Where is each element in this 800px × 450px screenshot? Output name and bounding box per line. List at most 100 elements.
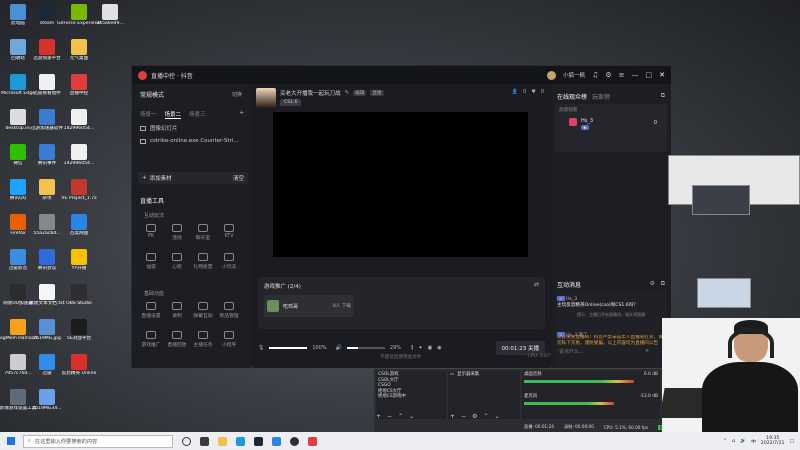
tool-button[interactable]: 商品管理 bbox=[216, 302, 242, 319]
switch-mode-button[interactable]: 切换 bbox=[232, 91, 242, 98]
obs-source-item[interactable]: ▭ 显示器采集 bbox=[450, 372, 518, 378]
tab-online[interactable]: 在线观众榜 bbox=[557, 92, 587, 101]
effects-icon[interactable]: ✦ bbox=[418, 345, 422, 351]
minimize-icon[interactable]: — bbox=[632, 71, 639, 79]
popout-icon[interactable]: ⧉ bbox=[661, 92, 665, 100]
tray-expand-icon[interactable]: ⌃ bbox=[723, 439, 727, 444]
tool-button[interactable]: 心愿 bbox=[164, 253, 190, 270]
desktop-icon[interactable]: 百度网盘 bbox=[57, 214, 101, 237]
tool-button[interactable]: 弹幕互动 bbox=[190, 302, 216, 319]
down-icon[interactable]: ⌄ bbox=[494, 413, 499, 420]
maximize-icon[interactable]: □ bbox=[646, 71, 653, 79]
chat-input[interactable]: 说点什么... bbox=[559, 348, 584, 355]
add-icon[interactable]: + bbox=[450, 413, 455, 420]
up-icon[interactable]: ⌃ bbox=[398, 413, 403, 420]
app-icon[interactable] bbox=[200, 436, 209, 446]
network-icon[interactable]: ⌂ bbox=[732, 439, 735, 444]
tool-button[interactable]: 连线 bbox=[164, 224, 190, 241]
username[interactable]: 小狐一枫 bbox=[563, 71, 585, 79]
edit-icon[interactable]: ✎ bbox=[345, 90, 350, 96]
tool-button[interactable]: KTV bbox=[216, 224, 242, 239]
tool-button[interactable]: 直播回放 bbox=[164, 331, 190, 348]
speaker-icon[interactable]: 🔊 bbox=[336, 345, 342, 351]
tool-button[interactable]: 游戏推广 bbox=[138, 331, 164, 348]
up-icon[interactable]: ⌃ bbox=[483, 413, 488, 420]
headset-icon[interactable]: ♫ bbox=[592, 71, 598, 79]
tool-button[interactable]: 礼物投票 bbox=[190, 253, 216, 270]
background-window[interactable] bbox=[692, 185, 750, 215]
swap-icon[interactable]: ⇄ bbox=[534, 281, 539, 288]
speaker-slider[interactable] bbox=[346, 347, 385, 349]
tool-button[interactable]: 聊天室 bbox=[190, 224, 216, 241]
taskbar-search[interactable]: ⌕ 在这里输入你要搜索的内容 bbox=[23, 434, 173, 448]
tool-button[interactable]: 福袋 bbox=[138, 253, 164, 270]
viewer-avatar[interactable] bbox=[569, 118, 577, 126]
mic-icon[interactable]: 🎙 bbox=[258, 345, 264, 351]
tab-fans[interactable]: 玩家榜 bbox=[592, 92, 610, 101]
camera-icon[interactable]: ▣ bbox=[428, 345, 433, 351]
settings-icon[interactable]: ⚙ bbox=[472, 413, 477, 420]
menu-icon[interactable]: ≡ bbox=[619, 71, 625, 79]
remove-icon[interactable]: − bbox=[461, 413, 466, 420]
add-source-button[interactable]: + 添加素材 清空 bbox=[138, 172, 248, 184]
live-timer-button[interactable]: 00:01:23 关播 bbox=[495, 341, 545, 355]
desktop-icon[interactable]: 直播中控 bbox=[57, 74, 101, 97]
stream-title[interactable]: 买老大开播我一起玩刀战 bbox=[280, 89, 341, 97]
tab-scene-3[interactable]: 场景三 bbox=[189, 110, 206, 119]
badge-edit[interactable]: 编辑 bbox=[353, 90, 367, 96]
viewer-name[interactable]: Hs_3 bbox=[581, 118, 593, 124]
tool-button[interactable]: 主播任务 bbox=[190, 331, 216, 348]
tool-button[interactable]: 直播设置 bbox=[138, 302, 164, 319]
tab-scene-2[interactable]: 场景二 bbox=[164, 110, 182, 119]
desktop-icon[interactable]: 142996054... bbox=[57, 109, 101, 132]
source-item[interactable]: 图像幻灯片 bbox=[140, 124, 178, 132]
obs-icon[interactable] bbox=[290, 436, 299, 446]
live-app-icon[interactable] bbox=[308, 436, 317, 446]
mic-slider[interactable] bbox=[269, 347, 308, 349]
background-window[interactable] bbox=[697, 278, 751, 308]
desktop-icon[interactable]: VE Project_1.7z bbox=[57, 179, 101, 202]
tool-button[interactable]: 小玩法 bbox=[216, 253, 242, 270]
desktop-icon[interactable]: 5E对战平台 bbox=[57, 319, 101, 342]
remove-icon[interactable]: − bbox=[387, 413, 392, 420]
notification-icon[interactable]: ▢ bbox=[789, 439, 794, 444]
badge-live[interactable]: 直播 bbox=[370, 90, 384, 96]
game-tag[interactable]: CS1.6 bbox=[280, 99, 302, 106]
file-explorer-icon[interactable] bbox=[218, 436, 227, 446]
down-icon[interactable]: ⌄ bbox=[409, 413, 414, 420]
promo-item[interactable]: 吃鸡哥 8人 下载 bbox=[264, 295, 354, 317]
tab-scene-1[interactable]: 场景一 bbox=[140, 110, 157, 119]
windows-start-icon[interactable] bbox=[7, 437, 15, 445]
desktop-icon[interactable]: YY开播 bbox=[57, 249, 101, 272]
clock[interactable]: 19:35 2022/7/21 bbox=[761, 436, 785, 447]
settings-icon[interactable]: ⚙ bbox=[605, 71, 611, 79]
tool-button[interactable]: 小程序 bbox=[216, 331, 242, 348]
chat-username[interactable]: Hs_3 bbox=[566, 297, 577, 302]
obs-scene-item[interactable]: 绝地CS游戏中 bbox=[378, 394, 444, 400]
steam-icon[interactable] bbox=[254, 436, 263, 446]
clear-button[interactable]: 清空 bbox=[233, 174, 244, 182]
add-icon[interactable]: + bbox=[376, 413, 381, 420]
task-view-icon[interactable] bbox=[182, 436, 191, 446]
desktop-icon[interactable]: OBS Studio bbox=[57, 284, 101, 307]
settings-icon[interactable]: ⚙ bbox=[650, 280, 655, 287]
app-icon[interactable] bbox=[272, 436, 281, 446]
send-button[interactable]: ➤ bbox=[645, 348, 649, 354]
streamer-avatar[interactable] bbox=[256, 88, 276, 108]
record-icon[interactable]: ◉ bbox=[437, 345, 441, 351]
source-item[interactable]: cstrike-online.exe Counter-Stri... bbox=[140, 138, 239, 144]
tool-button[interactable]: 录制 bbox=[164, 302, 190, 319]
add-scene-icon[interactable]: + bbox=[240, 110, 245, 119]
edge-icon[interactable] bbox=[236, 436, 245, 446]
equalizer-icon[interactable]: ⫼ bbox=[411, 345, 413, 351]
desktop-icon[interactable]: 345a6ed9... bbox=[88, 4, 132, 27]
desktop-icon[interactable]: 2519MG34... bbox=[25, 389, 69, 412]
desktop-icon[interactable]: 142996054... bbox=[57, 144, 101, 167]
close-icon[interactable]: ✕ bbox=[659, 71, 665, 79]
volume-icon[interactable]: 🔊 bbox=[740, 439, 746, 444]
user-avatar[interactable] bbox=[547, 70, 557, 80]
popout-icon[interactable]: ⧉ bbox=[661, 280, 665, 288]
input-language[interactable]: 中 bbox=[751, 438, 756, 445]
tool-button[interactable]: PK bbox=[138, 224, 164, 239]
desktop-icon[interactable]: 元气桌面 bbox=[57, 39, 101, 62]
